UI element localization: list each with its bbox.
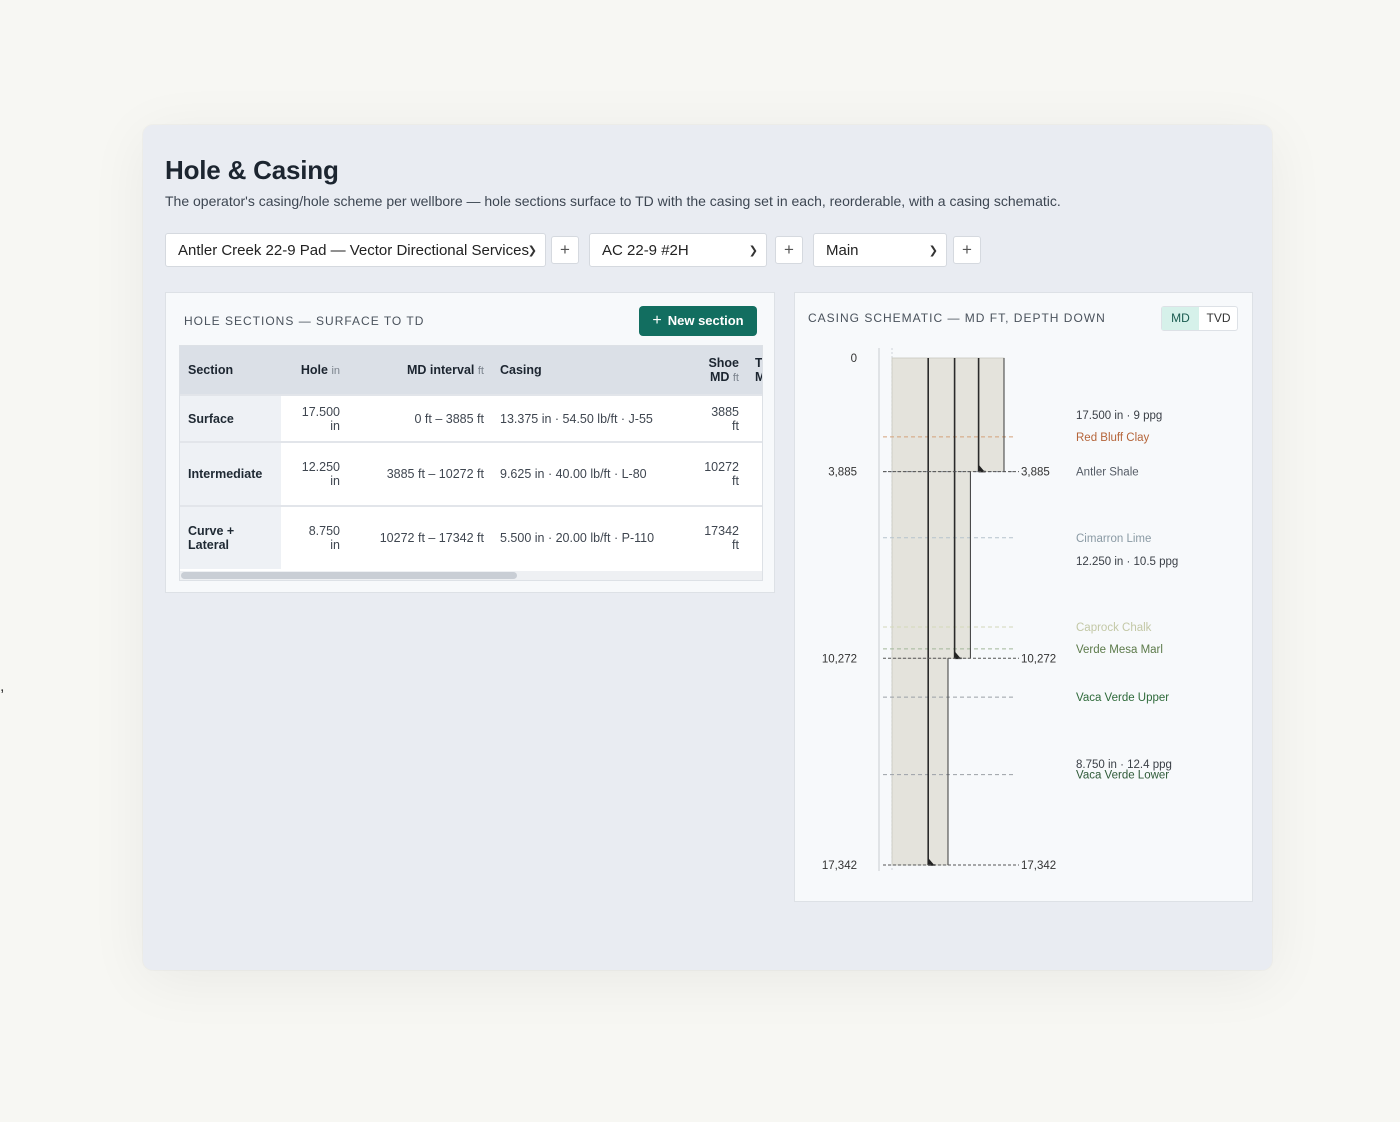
pad-select[interactable]: Antler Creek 22-9 Pad — Vector Direction… <box>165 233 546 267</box>
hole-section-2 <box>891 657 949 866</box>
table-row[interactable]: Intermediate 12.250 in 3885 ft – 10272 ft… <box>180 441 762 506</box>
cell-md-interval: 10272 ft – 17342 ft <box>348 505 492 569</box>
hole-section-0 <box>891 357 1005 472</box>
cell-md-interval: 3885 ft – 10272 ft <box>348 441 492 506</box>
formation-label-2: Cimarron Lime <box>1076 533 1151 545</box>
table-row[interactable]: Curve + Lateral 8.750 in 10272 ft – 17342… <box>180 505 762 569</box>
hole-sections-table: Section Hole in MD interval ft Casing Sh… <box>180 346 762 569</box>
formation-label-0: Red Bluff Clay <box>1076 432 1150 444</box>
hole-size-label-0: 17.500 in · 9 ppg <box>1076 410 1162 422</box>
cell-toc: — <box>747 394 762 442</box>
cell-casing: 5.500 in · 20.00 lb/ft · P-110 <box>492 505 687 569</box>
cell-casing: 9.625 in · 40.00 lb/ft · L-80 <box>492 441 687 506</box>
shoe-depth-label-1: 10,272 <box>1021 653 1056 665</box>
col-header-casing: Casing <box>492 346 687 395</box>
hole-size-label-2: 8.750 in · 12.4 ppg <box>1076 759 1172 771</box>
cell-toc: — <box>747 441 762 506</box>
col-header-md-interval: MD interval ft <box>348 346 492 395</box>
formation-label-6: Vaca Verde Lower <box>1076 770 1169 782</box>
page-subtitle: The operator's casing/hole scheme per we… <box>165 193 1061 209</box>
tvd-toggle-button[interactable]: TVD <box>1200 307 1237 330</box>
cell-section: Intermediate <box>180 441 281 506</box>
wellbore-select-value: Main <box>826 242 859 259</box>
formation-label-1: Antler Shale <box>1076 467 1139 479</box>
depth-label-2: 10,272 <box>822 653 857 665</box>
chevron-down-icon: ❯ <box>928 245 938 257</box>
col-header-section: Section <box>180 346 281 395</box>
plus-icon: + <box>652 312 662 329</box>
table-row[interactable]: Surface 17.500 in 0 ft – 3885 ft 13.375 i… <box>180 394 762 442</box>
chevron-down-icon: ❯ <box>527 245 537 257</box>
pad-select-value: Antler Creek 22-9 Pad — Vector Direction… <box>178 242 529 259</box>
add-pad-button[interactable]: + <box>551 236 579 264</box>
col-header-toc: TOCMD ft <box>747 346 762 395</box>
stray-mark: , <box>0 678 5 695</box>
table-header-row: Section Hole in MD interval ft Casing Sh… <box>180 346 762 395</box>
cell-hole: 8.750 in <box>281 505 348 569</box>
well-select[interactable]: AC 22-9 #2H ❯ <box>589 233 767 267</box>
well-select-value: AC 22-9 #2H <box>602 242 689 259</box>
shoe-depth-label-0: 3,885 <box>1021 467 1050 479</box>
new-section-button[interactable]: + New section <box>639 306 757 336</box>
cell-md-interval: 0 ft – 3885 ft <box>348 394 492 442</box>
add-well-button[interactable]: + <box>775 236 803 264</box>
hole-sections-panel: HOLE SECTIONS — SURFACE TO TD + New secti… <box>165 292 775 593</box>
cell-hole: 17.500 in <box>281 394 348 442</box>
cell-shoe: 10272 ft <box>687 441 747 506</box>
new-section-label: New section <box>667 313 744 328</box>
formation-label-4: Verde Mesa Marl <box>1076 644 1163 656</box>
wellbore-select[interactable]: Main ❯ <box>813 233 947 267</box>
md-toggle-button[interactable]: MD <box>1162 307 1199 330</box>
formation-label-5: Vaca Verde Upper <box>1076 692 1169 704</box>
depth-label-0: 0 <box>851 353 857 365</box>
chevron-down-icon: ❯ <box>748 245 758 257</box>
add-wellbore-button[interactable]: + <box>953 236 981 264</box>
scrollbar-thumb[interactable] <box>181 572 517 579</box>
casing-schematic-svg: Red Bluff Clay Antler Shale Cimarron Lime C… <box>822 348 1178 872</box>
depth-label-3: 17,342 <box>822 860 857 872</box>
page-title: Hole & Casing <box>165 155 339 185</box>
cell-toc: — <box>747 505 762 569</box>
cell-shoe: 17342 ft <box>687 505 747 569</box>
hole-section-1 <box>891 471 971 659</box>
cell-section: Surface <box>180 394 281 442</box>
depth-label-1: 3,885 <box>828 467 857 479</box>
cell-section: Curve + Lateral <box>180 505 281 569</box>
horizontal-scrollbar[interactable] <box>180 571 762 580</box>
col-header-hole: Hole in <box>281 346 348 395</box>
hole-sections-table-wrapper: Section Hole in MD interval ft Casing Sh… <box>179 345 763 581</box>
hole-size-label-1: 12.250 in · 10.5 ppg <box>1076 556 1178 568</box>
casing-schematic-heading: CASING SCHEMATIC — MD FT, DEPTH DOWN <box>808 311 1106 325</box>
formation-label-3: Caprock Chalk <box>1076 622 1152 634</box>
cell-casing: 13.375 in · 54.50 lb/ft · J-55 <box>492 394 687 442</box>
col-header-shoe: Shoe MD ft <box>687 346 747 395</box>
depth-mode-toggle: MD TVD <box>1161 306 1238 331</box>
cell-shoe: 3885 ft <box>687 394 747 442</box>
hole-sections-heading: HOLE SECTIONS — SURFACE TO TD <box>184 314 425 328</box>
hole-casing-card: Hole & Casing The operator's casing/hole… <box>143 125 1272 970</box>
shoe-depth-label-2: 17,342 <box>1021 860 1056 872</box>
casing-schematic-panel: CASING SCHEMATIC — MD FT, DEPTH DOWN MD … <box>794 292 1253 902</box>
cell-hole: 12.250 in <box>281 441 348 506</box>
